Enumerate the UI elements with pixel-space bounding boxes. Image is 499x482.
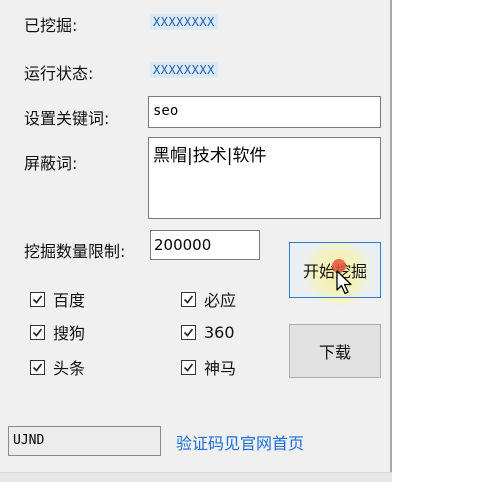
captcha-input[interactable]: UJND [8, 426, 161, 456]
checkbox-bing[interactable]: 必应 [181, 289, 237, 310]
mouse-cursor-icon [336, 270, 354, 300]
mined-value: XXXXXXXX [150, 14, 218, 30]
mined-label: 已挖掘: [24, 16, 78, 35]
checkbox-label: 头条 [53, 359, 86, 378]
checkbox-toutiao[interactable]: 头条 [30, 357, 86, 378]
checkbox-sogou[interactable]: 搜狗 [30, 322, 86, 343]
checkbox-shenma[interactable]: 神马 [181, 357, 237, 378]
limit-label: 挖掘数量限制: [24, 242, 126, 261]
block-words-textarea[interactable]: 黑帽|技术|软件 [148, 137, 381, 219]
status-label: 运行状态: [24, 64, 94, 83]
checkbox-icon [30, 324, 45, 340]
checkbox-label: 必应 [204, 291, 237, 310]
status-value: XXXXXXXX [150, 62, 218, 78]
checkbox-icon [30, 359, 45, 375]
checkbox-icon [181, 359, 196, 375]
checkbox-label: 360 [204, 322, 235, 342]
checkbox-360[interactable]: 360 [181, 322, 235, 342]
checkbox-label: 搜狗 [53, 324, 86, 343]
checkbox-icon [30, 291, 45, 307]
block-words-label: 屏蔽词: [24, 154, 78, 173]
checkbox-baidu[interactable]: 百度 [30, 289, 86, 310]
keyword-label: 设置关键词: [24, 109, 110, 128]
captcha-homepage-link[interactable]: 验证码见官网首页 [176, 430, 304, 454]
checkbox-label: 百度 [53, 291, 86, 310]
limit-input[interactable]: 200000 [150, 230, 260, 260]
window-divider [390, 0, 392, 481]
checkbox-icon [181, 324, 196, 340]
download-button[interactable]: 下载 [289, 324, 381, 378]
keyword-input[interactable]: seo [148, 96, 381, 128]
checkbox-icon [181, 291, 196, 307]
checkbox-label: 神马 [204, 359, 237, 378]
